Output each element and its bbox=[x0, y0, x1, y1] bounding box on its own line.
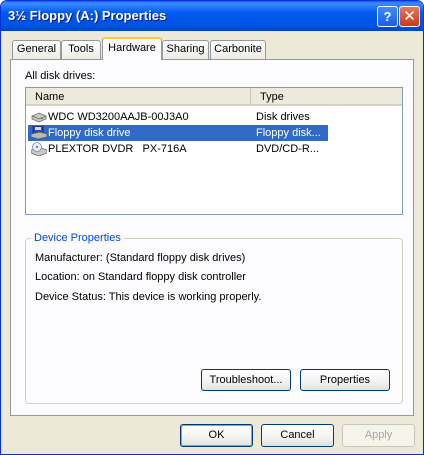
drive-name: Floppy disk drive bbox=[48, 127, 131, 139]
drive-type: DVD/CD-R... bbox=[256, 143, 319, 155]
device-properties-title: Device Properties bbox=[31, 232, 124, 244]
tab-carbonite-label: Carbonite bbox=[214, 43, 262, 55]
close-button[interactable]: ✕ bbox=[399, 6, 420, 27]
location-text: Location: on Standard floppy disk contro… bbox=[35, 271, 246, 283]
help-icon: ? bbox=[383, 9, 392, 24]
cancel-button-label: Cancel bbox=[280, 429, 315, 441]
ok-button[interactable]: OK bbox=[180, 424, 253, 447]
close-icon: ✕ bbox=[403, 8, 416, 25]
tab-general[interactable]: General bbox=[12, 40, 61, 59]
tab-general-label: General bbox=[16, 43, 57, 55]
help-button[interactable]: ? bbox=[377, 6, 398, 27]
list-item[interactable]: PLEXTOR DVDR PX-716A DVD/CD-R... bbox=[28, 141, 328, 157]
optical-drive-icon bbox=[30, 142, 48, 157]
tab-tools-label: Tools bbox=[68, 43, 94, 55]
title-bar[interactable]: 3½ Floppy (A:) Properties ? ✕ bbox=[1, 1, 423, 31]
apply-button-label: Apply bbox=[364, 429, 393, 441]
properties-button-label: Properties bbox=[319, 374, 371, 386]
tab-hardware[interactable]: Hardware bbox=[102, 37, 162, 60]
device-status-text: Device Status: This device is working pr… bbox=[35, 291, 262, 303]
manufacturer-text: Manufacturer: (Standard floppy disk driv… bbox=[35, 252, 246, 264]
tab-carbonite[interactable]: Carbonite bbox=[210, 40, 266, 59]
drive-name: WDC WD3200AAJB-00J3A0 bbox=[48, 111, 189, 123]
window-title: 3½ Floppy (A:) Properties bbox=[8, 8, 167, 23]
troubleshoot-button[interactable]: Troubleshoot... bbox=[201, 369, 291, 391]
column-header-name-label: Name bbox=[35, 91, 65, 103]
drive-list[interactable]: Name Type WDC WD3200AAJB-00J3A0 Disk dri… bbox=[25, 87, 403, 215]
column-header-name[interactable]: Name bbox=[26, 88, 251, 106]
properties-window: 3½ Floppy (A:) Properties ? ✕ General To… bbox=[0, 0, 424, 455]
cancel-button[interactable]: Cancel bbox=[261, 424, 334, 447]
hard-disk-icon bbox=[31, 110, 47, 124]
column-header-type[interactable]: Type bbox=[251, 88, 402, 106]
drive-type: Floppy disk... bbox=[256, 127, 321, 139]
floppy-drive-icon bbox=[30, 125, 48, 140]
tab-sharing-label: Sharing bbox=[166, 43, 205, 55]
all-disk-drives-label: All disk drives: bbox=[25, 70, 96, 82]
properties-button[interactable]: Properties bbox=[300, 369, 390, 391]
list-item[interactable]: WDC WD3200AAJB-00J3A0 Disk drives bbox=[28, 109, 328, 125]
apply-button[interactable]: Apply bbox=[342, 424, 415, 447]
column-header-type-label: Type bbox=[260, 91, 284, 103]
tab-sharing[interactable]: Sharing bbox=[162, 40, 209, 59]
drive-name: PLEXTOR DVDR PX-716A bbox=[48, 143, 187, 155]
drive-type: Disk drives bbox=[256, 111, 310, 123]
list-item-selected[interactable]: Floppy disk drive Floppy disk... bbox=[28, 125, 328, 141]
troubleshoot-button-label: Troubleshoot... bbox=[209, 374, 283, 386]
tab-tools[interactable]: Tools bbox=[61, 40, 101, 59]
tab-hardware-label: Hardware bbox=[108, 42, 156, 54]
ok-button-label: OK bbox=[208, 429, 225, 441]
